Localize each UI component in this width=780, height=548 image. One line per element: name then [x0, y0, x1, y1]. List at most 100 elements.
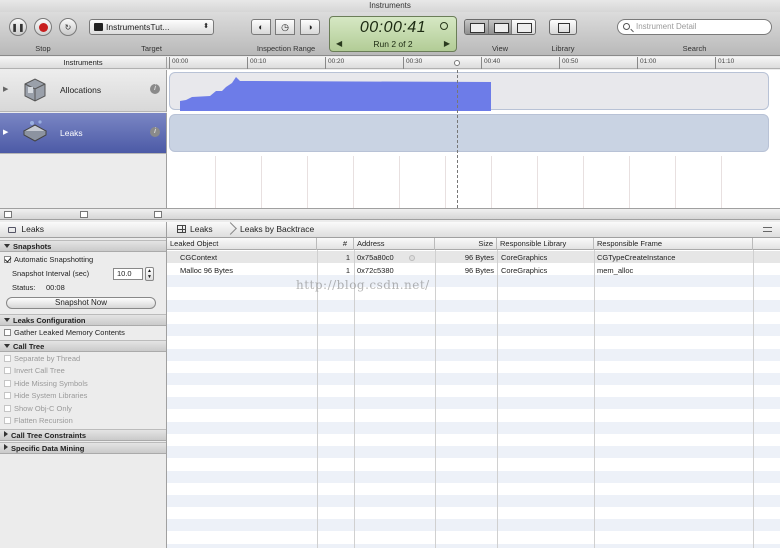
run-indicator: Run 2 of 2 — [373, 39, 413, 49]
checkbox[interactable] — [4, 392, 11, 399]
ruler-tick — [403, 57, 404, 69]
ruler-tick — [481, 57, 482, 69]
info-icon[interactable]: i — [150, 127, 160, 137]
target-value: InstrumentsTut... — [106, 22, 170, 32]
flatten-recursion-option[interactable]: Flatten Recursion — [4, 415, 73, 426]
target-label: Target — [141, 44, 162, 53]
crumb-leaks[interactable]: Leaks — [177, 222, 213, 237]
zoom-mid-icon[interactable] — [80, 211, 88, 218]
instrument-row-allocations[interactable]: ▶ Allocations i — [0, 70, 167, 112]
instruments-header: Instruments — [0, 57, 167, 69]
table-row[interactable]: CGContext 1 0x75a80c0 96 Bytes CoreGraph… — [167, 252, 780, 264]
disclosure-icon — [4, 318, 10, 322]
zoom-out-icon[interactable] — [4, 211, 12, 218]
snapshot-interval-stepper[interactable]: ▲ ▼ — [145, 267, 154, 281]
search-placeholder: Instrument Detail — [636, 22, 697, 31]
column-divider — [497, 250, 498, 548]
snapshot-interval-field[interactable]: 10.0 — [113, 268, 143, 280]
show-objc-only-option[interactable]: Show Obj-C Only — [4, 403, 72, 414]
option-label: Flatten Recursion — [14, 416, 73, 425]
checkbox[interactable] — [4, 367, 11, 374]
restart-button[interactable]: ↻ — [59, 18, 77, 36]
option-label: Invert Call Tree — [14, 366, 65, 375]
frame-cell: CGTypeCreateInstance — [597, 253, 676, 262]
checkbox[interactable] — [4, 417, 11, 424]
view-extended-icon[interactable] — [512, 20, 535, 34]
section-call-tree-constraints[interactable]: Call Tree Constraints — [0, 429, 166, 441]
view-instruments-icon[interactable] — [465, 20, 489, 34]
stop-label: Stop — [35, 44, 51, 53]
watermark-text: http://blog.csdn.net/ — [296, 278, 430, 292]
instrument-row-leaks[interactable]: ▶ Leaks i — [0, 113, 167, 154]
auto-snapshot-option[interactable]: Automatic Snapshotting — [4, 254, 93, 265]
checkbox[interactable] — [4, 405, 11, 412]
table-stripe — [167, 543, 780, 548]
snapshot-now-button[interactable]: Snapshot Now — [6, 297, 156, 309]
column-header[interactable]: Responsible Library — [497, 238, 594, 250]
table-stripe — [167, 336, 780, 349]
zoom-in-icon[interactable] — [154, 211, 162, 218]
table-icon — [177, 225, 186, 233]
range-clear-button[interactable]: ◷ — [275, 19, 295, 35]
record-stop-button[interactable] — [34, 18, 52, 36]
table-stripe — [167, 287, 780, 300]
section-snapshots[interactable]: Snapshots — [0, 240, 166, 252]
ruler-tick — [247, 57, 248, 69]
next-run-arrow-icon[interactable]: ▶ — [444, 39, 450, 48]
gather-contents-checkbox[interactable] — [4, 329, 11, 336]
hide-missing-symbols-option[interactable]: Hide Missing Symbols — [4, 378, 88, 389]
column-divider — [435, 250, 436, 548]
allocations-track — [169, 72, 769, 111]
separate-by-thread-option[interactable]: Separate by Thread — [4, 353, 80, 364]
detail-instrument-selector[interactable]: Leaks — [0, 222, 167, 237]
invert-call-tree-option[interactable]: Invert Call Tree — [4, 365, 65, 376]
menu-lines-icon[interactable] — [763, 227, 772, 232]
checkbox[interactable] — [4, 355, 11, 362]
section-specific-data-mining[interactable]: Specific Data Mining — [0, 442, 166, 454]
section-call-tree[interactable]: Call Tree — [0, 340, 166, 352]
range-end-icon: ◑ — [307, 22, 313, 32]
column-header[interactable]: Leaked Object — [167, 238, 317, 250]
grid-line — [721, 156, 722, 208]
range-start-button[interactable]: ◐ — [251, 19, 271, 35]
instrument-name: Allocations — [60, 85, 102, 95]
timeline-ruler[interactable]: 00:00 00:10 00:20 00:30 00:40 00:50 01:0… — [167, 57, 780, 69]
status-value: 00:08 — [46, 283, 65, 292]
ruler-tick-label: 01:00 — [640, 58, 657, 65]
column-header[interactable]: # — [317, 238, 354, 250]
allocations-graph — [180, 77, 491, 111]
detail-instrument-label: Leaks — [21, 224, 45, 234]
range-end-button[interactable]: ◑ — [300, 19, 320, 35]
table-stripe — [167, 360, 780, 373]
target-popup[interactable]: InstrumentsTut... ⬍ — [89, 19, 214, 35]
track-area[interactable] — [167, 70, 780, 208]
crumb-leaks-by-backtrace[interactable]: Leaks by Backtrace — [240, 222, 314, 237]
address-arrow-icon[interactable] — [409, 255, 415, 261]
playhead-handle[interactable] — [454, 60, 460, 66]
count-cell: 1 — [345, 266, 350, 275]
disclosure-icon[interactable]: ▶ — [3, 128, 8, 136]
library-button[interactable] — [549, 19, 577, 35]
grid-line — [215, 156, 216, 208]
table-row[interactable]: Malloc 96 Bytes 1 0x72c5380 96 Bytes Cor… — [167, 265, 780, 277]
hide-system-libraries-option[interactable]: Hide System Libraries — [4, 390, 87, 401]
ruler-tick — [169, 57, 170, 69]
view-detail-icon[interactable] — [488, 20, 513, 34]
grid-line — [629, 156, 630, 208]
pause-button[interactable]: ❚❚ — [9, 18, 27, 36]
checkbox[interactable] — [4, 380, 11, 387]
size-cell: 96 Bytes — [464, 253, 494, 262]
disclosure-icon[interactable]: ▶ — [3, 85, 8, 93]
column-header[interactable]: Responsible Frame — [594, 238, 753, 250]
search-field[interactable]: Instrument Detail — [617, 19, 772, 35]
section-title: Call Tree Constraints — [11, 431, 87, 440]
auto-snapshot-checkbox[interactable] — [4, 256, 11, 263]
table-stripe — [167, 446, 780, 459]
disclosure-icon — [4, 344, 10, 348]
section-leaks-configuration[interactable]: Leaks Configuration — [0, 314, 166, 326]
info-icon[interactable]: i — [150, 84, 160, 94]
view-segmented-control[interactable] — [464, 19, 536, 35]
column-header[interactable]: Address — [354, 238, 435, 250]
gather-contents-option[interactable]: Gather Leaked Memory Contents — [4, 327, 125, 338]
column-header[interactable]: Size — [435, 238, 497, 250]
